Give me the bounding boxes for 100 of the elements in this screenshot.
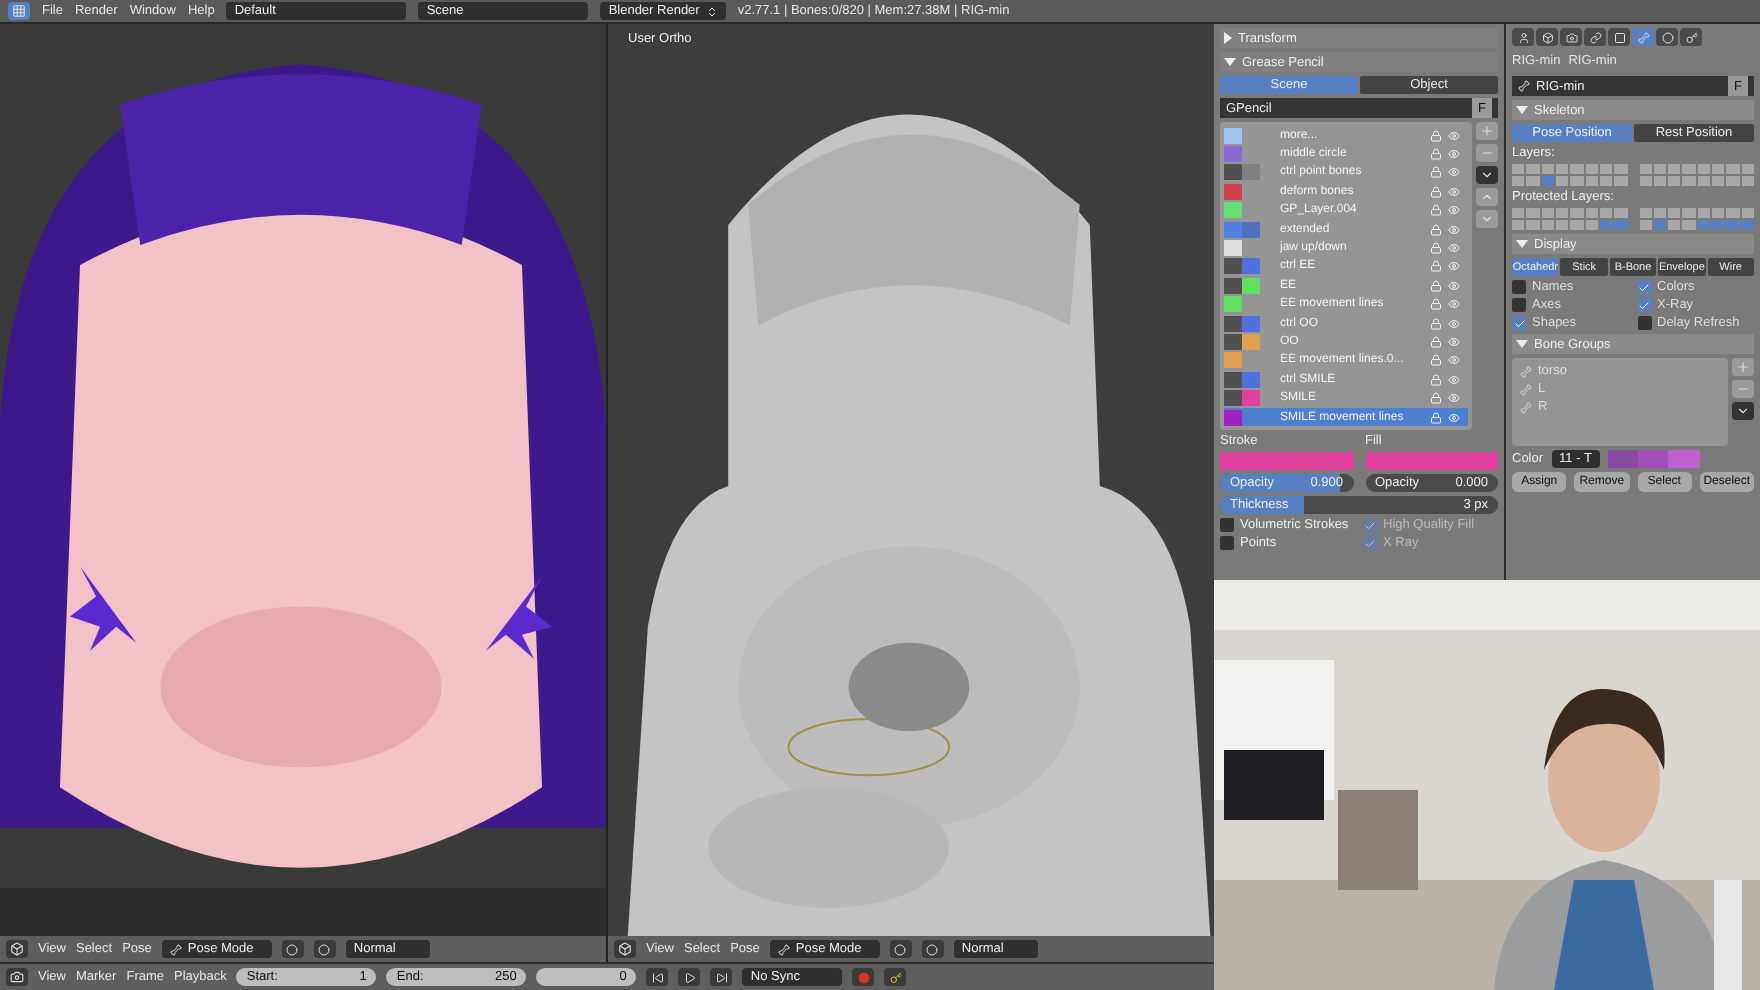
layer-toggle[interactable] bbox=[1541, 208, 1554, 218]
move-up-icon[interactable] bbox=[1476, 188, 1498, 206]
eye-icon[interactable] bbox=[1448, 148, 1460, 161]
layer-toggle[interactable] bbox=[1599, 164, 1613, 174]
jump-end-icon[interactable] bbox=[710, 968, 733, 986]
layer-toggle[interactable] bbox=[1639, 176, 1652, 186]
layer-toggle[interactable] bbox=[1512, 208, 1525, 218]
eye-icon[interactable] bbox=[1448, 279, 1460, 292]
add-icon[interactable] bbox=[1476, 122, 1498, 140]
layer-toggle[interactable] bbox=[1570, 208, 1584, 218]
layer-toggle[interactable] bbox=[1512, 220, 1525, 230]
layer-toggle[interactable] bbox=[1726, 176, 1740, 186]
layer-toggle[interactable] bbox=[1585, 208, 1598, 218]
pivot-icon[interactable] bbox=[313, 940, 336, 958]
layer-toggle[interactable] bbox=[1653, 176, 1667, 186]
layer-toggle[interactable] bbox=[1555, 176, 1569, 186]
properties-tab-icon[interactable] bbox=[1560, 28, 1582, 46]
layer-toggle[interactable] bbox=[1726, 208, 1740, 218]
layer-toggle[interactable] bbox=[1668, 220, 1681, 230]
lock-icon[interactable] bbox=[1430, 279, 1442, 292]
layer-toggle[interactable] bbox=[1712, 176, 1725, 186]
layer-toggle[interactable] bbox=[1741, 208, 1754, 218]
eye-icon[interactable] bbox=[1448, 411, 1460, 424]
eye-icon[interactable] bbox=[1448, 373, 1460, 386]
layer-toggle[interactable] bbox=[1639, 208, 1652, 218]
layer-toggle[interactable] bbox=[1541, 164, 1554, 174]
layer-toggle[interactable] bbox=[1653, 208, 1667, 218]
eye-icon[interactable] bbox=[1448, 260, 1460, 273]
layer-toggle[interactable] bbox=[1526, 164, 1540, 174]
eye-icon[interactable] bbox=[1448, 317, 1460, 330]
layer-toggle[interactable] bbox=[1668, 164, 1681, 174]
layer-toggle[interactable] bbox=[1712, 208, 1725, 218]
dropdown-icon[interactable] bbox=[1732, 402, 1754, 420]
layer-toggle[interactable] bbox=[1653, 220, 1667, 230]
layer-toggle[interactable] bbox=[1555, 208, 1569, 218]
layer-toggle[interactable] bbox=[1726, 220, 1740, 230]
properties-tab-icon[interactable] bbox=[1680, 28, 1702, 46]
properties-tab-icon[interactable] bbox=[1608, 28, 1630, 46]
layer-toggle[interactable] bbox=[1614, 220, 1627, 230]
layer-toggle[interactable] bbox=[1741, 220, 1754, 230]
layer-toggle[interactable] bbox=[1614, 208, 1627, 218]
layer-toggle[interactable] bbox=[1512, 176, 1525, 186]
properties-tab-icon[interactable] bbox=[1656, 28, 1678, 46]
lock-icon[interactable] bbox=[1430, 373, 1442, 386]
layer-toggle[interactable] bbox=[1599, 208, 1613, 218]
layer-toggle[interactable] bbox=[1741, 164, 1754, 174]
jump-start-icon[interactable] bbox=[646, 968, 669, 986]
properties-tab-icon[interactable] bbox=[1584, 28, 1606, 46]
lock-icon[interactable] bbox=[1430, 298, 1442, 311]
layer-toggle[interactable] bbox=[1526, 176, 1540, 186]
layer-toggle[interactable] bbox=[1599, 220, 1613, 230]
layer-toggle[interactable] bbox=[1639, 220, 1652, 230]
lock-icon[interactable] bbox=[1430, 223, 1442, 236]
eye-icon[interactable] bbox=[1448, 392, 1460, 405]
layer-toggle[interactable] bbox=[1526, 220, 1540, 230]
layer-toggle[interactable] bbox=[1570, 164, 1584, 174]
editor-type-icon[interactable] bbox=[6, 968, 28, 986]
record-icon[interactable] bbox=[852, 968, 875, 986]
eye-icon[interactable] bbox=[1448, 354, 1460, 367]
layer-toggle[interactable] bbox=[1555, 164, 1569, 174]
eye-icon[interactable] bbox=[1448, 335, 1460, 348]
layer-toggle[interactable] bbox=[1726, 164, 1740, 174]
shading-icon[interactable] bbox=[889, 940, 912, 958]
eye-icon[interactable] bbox=[1448, 129, 1460, 142]
layer-toggle[interactable] bbox=[1614, 164, 1627, 174]
layer-toggle[interactable] bbox=[1697, 208, 1711, 218]
layer-toggle[interactable] bbox=[1668, 176, 1681, 186]
lock-icon[interactable] bbox=[1430, 242, 1442, 255]
layer-toggle[interactable] bbox=[1555, 220, 1569, 230]
properties-tab-icon[interactable] bbox=[1512, 28, 1534, 46]
eye-icon[interactable] bbox=[1448, 185, 1460, 198]
eye-icon[interactable] bbox=[1448, 204, 1460, 217]
lock-icon[interactable] bbox=[1430, 204, 1442, 217]
lock-icon[interactable] bbox=[1430, 411, 1442, 424]
lock-icon[interactable] bbox=[1430, 166, 1442, 179]
lock-icon[interactable] bbox=[1430, 260, 1442, 273]
eye-icon[interactable] bbox=[1448, 242, 1460, 255]
dropdown-icon[interactable] bbox=[1476, 166, 1498, 184]
layer-toggle[interactable] bbox=[1653, 164, 1667, 174]
lock-icon[interactable] bbox=[1430, 335, 1442, 348]
layer-toggle[interactable] bbox=[1697, 176, 1711, 186]
layer-toggle[interactable] bbox=[1541, 176, 1554, 186]
layer-toggle[interactable] bbox=[1599, 176, 1613, 186]
layer-toggle[interactable] bbox=[1712, 164, 1725, 174]
shading-icon[interactable] bbox=[281, 940, 304, 958]
editor-type-icon[interactable] bbox=[614, 940, 636, 958]
lock-icon[interactable] bbox=[1430, 148, 1442, 161]
layer-toggle[interactable] bbox=[1682, 164, 1696, 174]
lock-icon[interactable] bbox=[1430, 354, 1442, 367]
layer-toggle[interactable] bbox=[1570, 220, 1584, 230]
editor-type-icon[interactable] bbox=[8, 2, 30, 20]
eye-icon[interactable] bbox=[1448, 223, 1460, 236]
layer-toggle[interactable] bbox=[1570, 176, 1584, 186]
play-icon[interactable] bbox=[678, 968, 701, 986]
layer-toggle[interactable] bbox=[1526, 208, 1540, 218]
layer-toggle[interactable] bbox=[1697, 164, 1711, 174]
layer-toggle[interactable] bbox=[1585, 220, 1598, 230]
stroke-color-field[interactable] bbox=[1220, 452, 1353, 471]
layer-toggle[interactable] bbox=[1697, 220, 1711, 230]
key-icon[interactable] bbox=[884, 968, 907, 986]
